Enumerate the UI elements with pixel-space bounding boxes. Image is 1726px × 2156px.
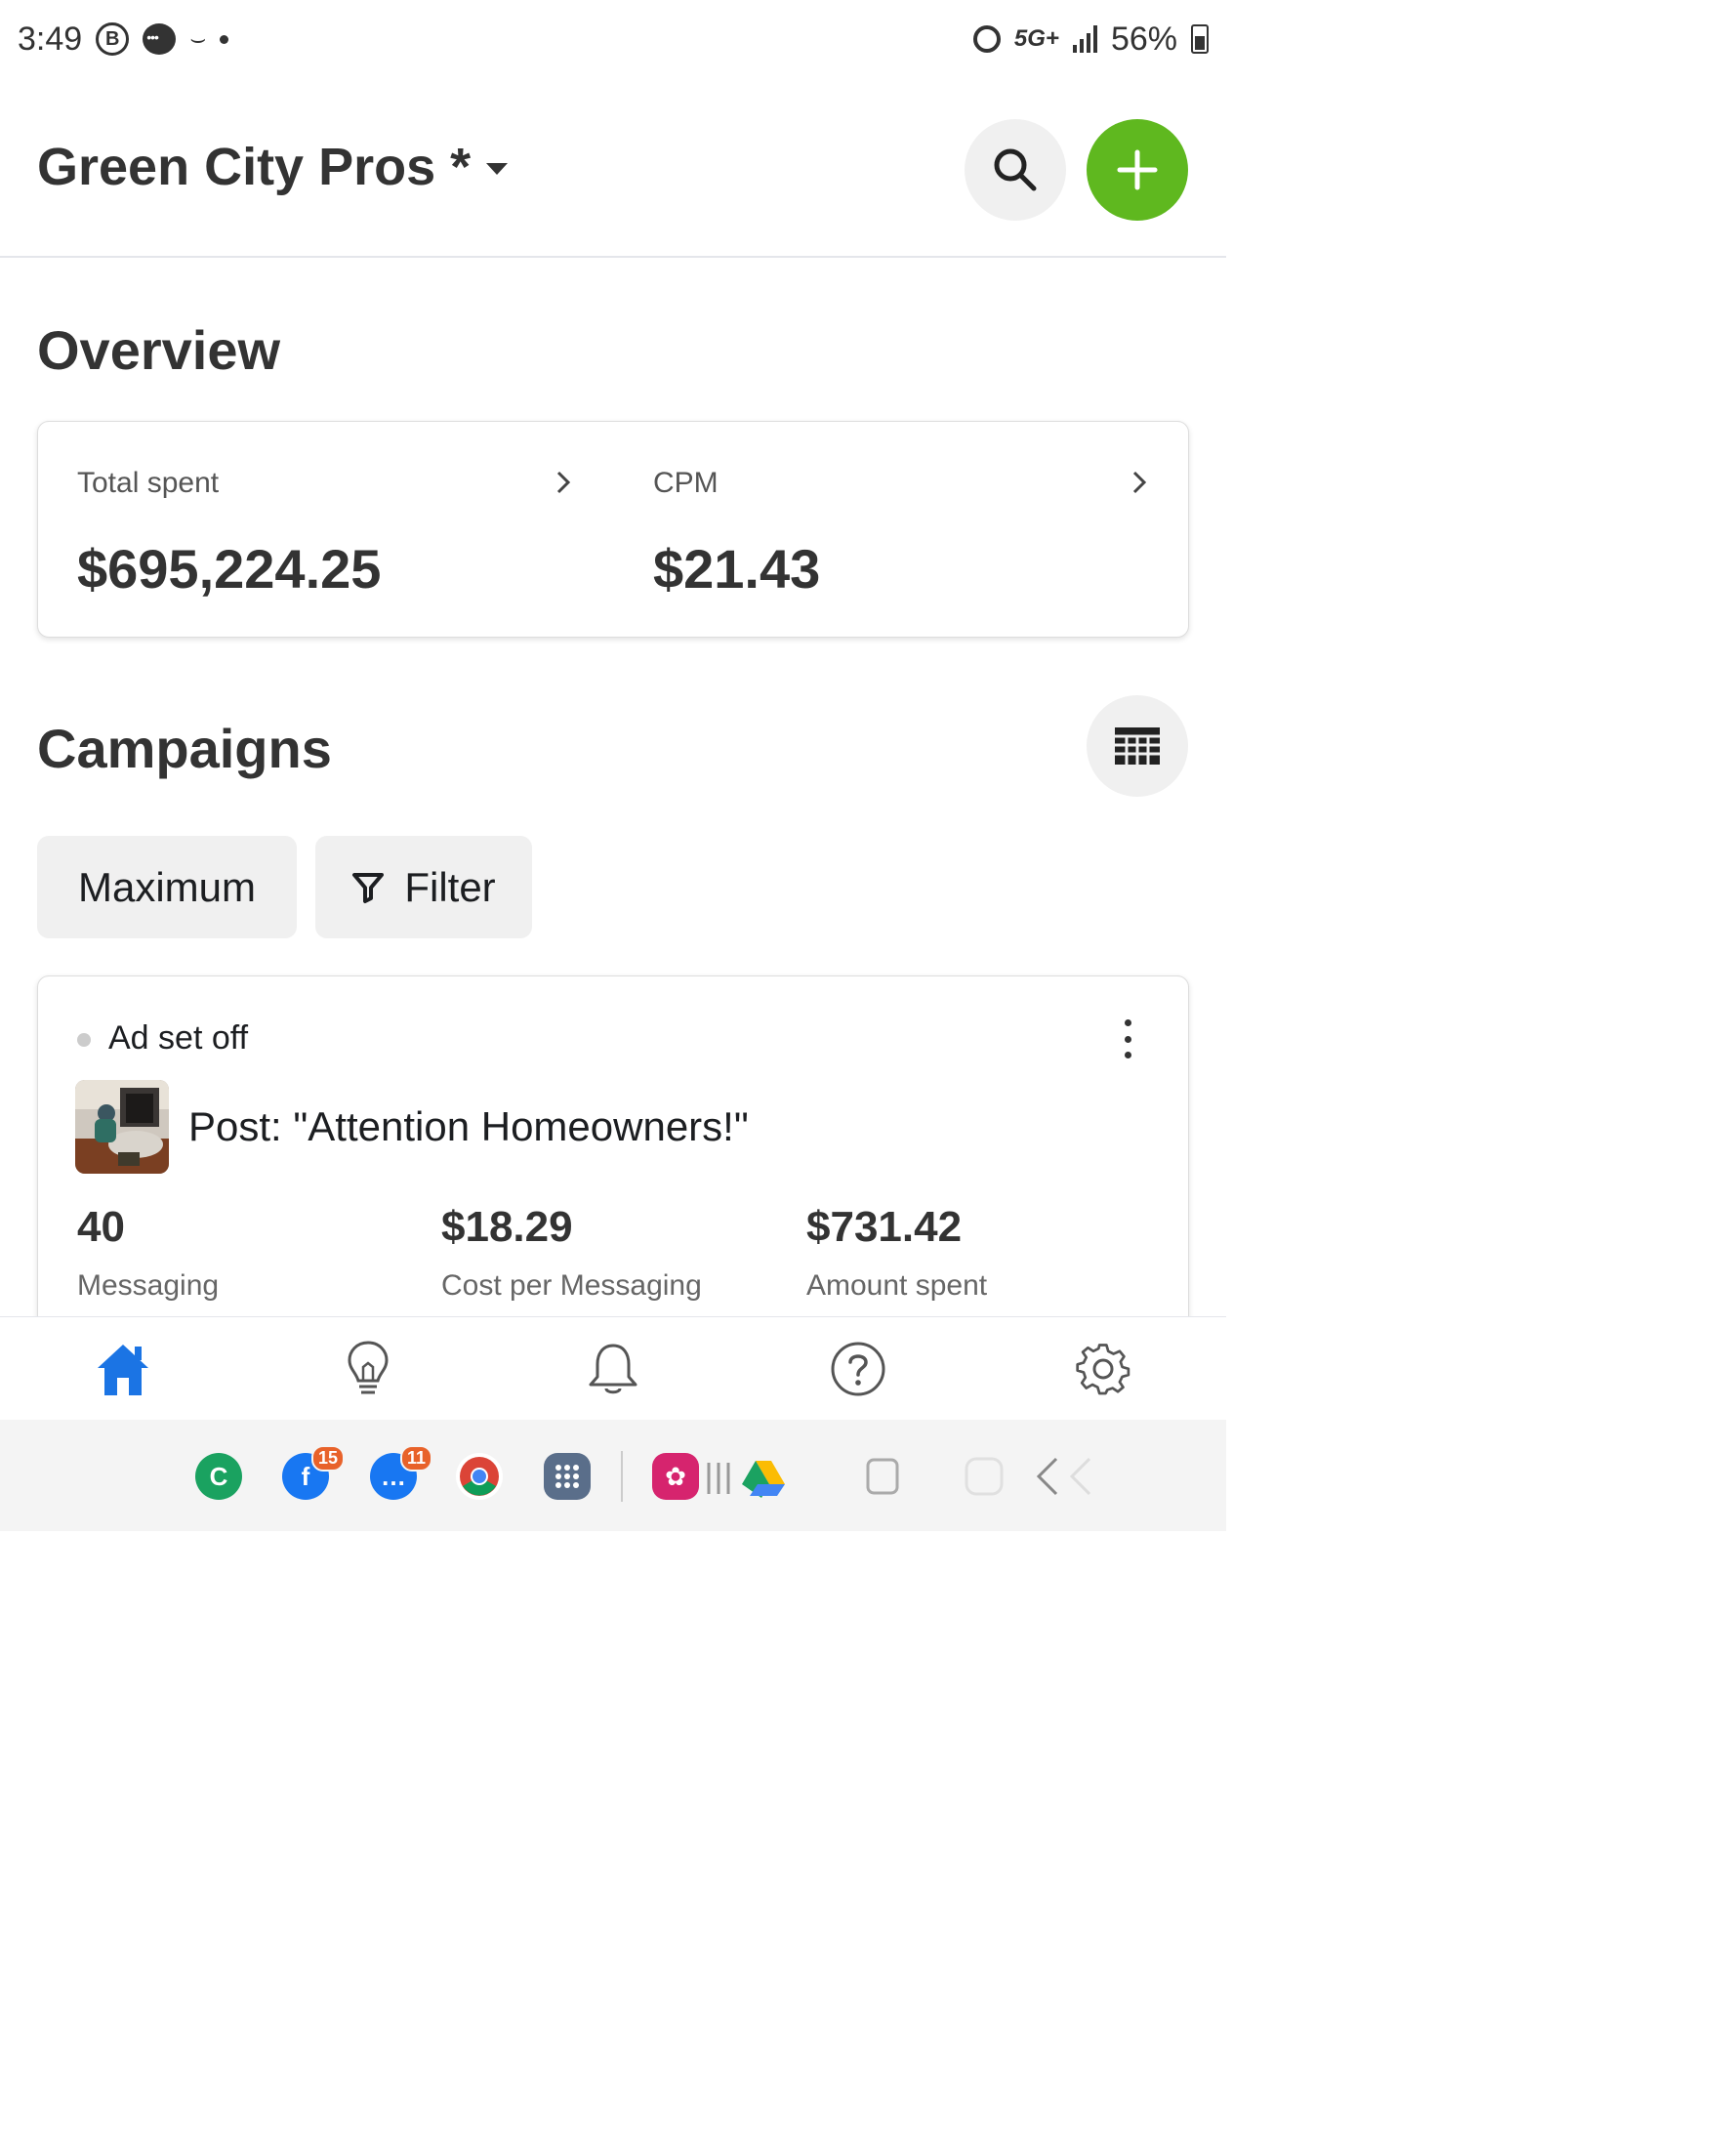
create-button[interactable]: [1087, 119, 1188, 221]
overview-card: Total spent $695,224.25 CPM $21.43: [37, 421, 1189, 638]
stat-value: 40: [77, 1203, 125, 1251]
bell-icon: [589, 1344, 637, 1393]
stat-label: Messaging: [77, 1269, 220, 1302]
settings-icon: [1076, 1343, 1130, 1394]
messages-badge: 11: [399, 1445, 432, 1472]
overview-title: Overview: [37, 319, 281, 381]
filter-button[interactable]: Filter: [315, 836, 532, 938]
app-c-icon[interactable]: C: [195, 1453, 242, 1500]
nav-help[interactable]: [736, 1317, 981, 1420]
metric-label: CPM: [653, 467, 719, 499]
stat-label: Amount spent: [806, 1269, 988, 1302]
post-title: Post: "Attention Homeowners!": [188, 1103, 749, 1149]
google-drive-app-icon[interactable]: [742, 1459, 785, 1503]
battery-icon: [1191, 24, 1209, 54]
metric-value: $21.43: [653, 538, 821, 600]
chat-notification-icon: [143, 23, 177, 55]
status-bar: 3:49 B ⌣ 5G+ 56%: [0, 0, 1226, 78]
date-range-button[interactable]: Maximum: [37, 836, 297, 938]
nav-notifications[interactable]: [490, 1317, 735, 1420]
filter-icon: [352, 872, 385, 903]
total-spent-metric[interactable]: Total spent $695,224.25: [38, 422, 614, 637]
flower-app-icon[interactable]: ✿: [652, 1453, 699, 1500]
search-button[interactable]: [965, 119, 1066, 221]
nav-home[interactable]: [0, 1317, 245, 1420]
stat-value: $18.29: [441, 1203, 573, 1251]
date-range-label: Maximum: [77, 863, 256, 910]
more-notifications-dot: [220, 34, 229, 44]
account-switcher[interactable]: Green City Pros *: [37, 137, 509, 197]
chevron-right-icon: [556, 471, 571, 494]
cpm-metric[interactable]: CPM $21.43: [614, 422, 1190, 637]
battery-percent: 56%: [1110, 20, 1177, 58]
amount-spent-stat: $731.42 Amount spent: [806, 1203, 987, 1303]
app-drawer-icon[interactable]: [544, 1453, 591, 1500]
filter-label: Filter: [404, 863, 496, 910]
home-button-icon[interactable]: [963, 1455, 1006, 1503]
campaign-status: Ad set off: [108, 1019, 249, 1057]
table-view-button[interactable]: [1087, 695, 1188, 797]
network-type: 5G+: [1013, 25, 1059, 52]
more-dot: [1124, 1019, 1131, 1026]
taskbar-divider: [621, 1451, 623, 1502]
nav-insights[interactable]: [245, 1317, 490, 1420]
amazon-notification-icon: ⌣: [189, 23, 207, 53]
split-screen-icon[interactable]: [863, 1455, 902, 1503]
messaging-stat: 40 Messaging: [77, 1203, 219, 1303]
chevron-right-icon: [1132, 471, 1147, 494]
facebook-badge: 15: [310, 1445, 345, 1472]
stat-value: $731.42: [806, 1203, 963, 1251]
plus-icon: [1117, 149, 1158, 190]
bottom-nav: [0, 1316, 1226, 1420]
cost-per-messaging-stat: $18.29 Cost per Messaging: [441, 1203, 702, 1303]
chevron-down-icon: [486, 163, 509, 175]
app-header: Green City Pros *: [0, 78, 1226, 258]
stat-label: Cost per Messaging: [441, 1269, 702, 1302]
nav-settings[interactable]: [981, 1317, 1226, 1420]
account-name: Green City Pros *: [37, 138, 472, 196]
post-image: [75, 1080, 169, 1174]
grid-dots-icon: [555, 1465, 579, 1488]
table-view-icon: [1115, 727, 1160, 765]
chrome-app-icon[interactable]: [456, 1453, 503, 1500]
status-indicator: [77, 1033, 91, 1047]
b-notification-icon: B: [96, 22, 130, 56]
campaigns-title: Campaigns: [37, 718, 332, 779]
more-options-button[interactable]: [1116, 1019, 1139, 1058]
signal-icon: [1072, 25, 1097, 53]
post-thumbnail: [75, 1080, 169, 1174]
lightbulb-icon: [348, 1340, 389, 1393]
chrome-icon: [460, 1457, 499, 1496]
home-icon: [97, 1344, 148, 1395]
clock: 3:49: [18, 20, 83, 58]
help-icon: [831, 1342, 885, 1395]
alarm-icon: [972, 25, 1001, 53]
more-dot: [1124, 1052, 1131, 1058]
back-button-icon[interactable]: [1033, 1455, 1101, 1503]
metric-label: Total spent: [77, 467, 220, 499]
recent-apps-icon[interactable]: [705, 1459, 740, 1503]
messages-app-icon[interactable]: … 11: [370, 1445, 432, 1500]
search-icon: [994, 148, 1037, 191]
metric-value: $695,224.25: [77, 538, 382, 600]
facebook-app-icon[interactable]: f 15: [282, 1445, 345, 1500]
more-dot: [1124, 1035, 1131, 1043]
system-taskbar: C f 15 … 11 ✿: [0, 1420, 1226, 1531]
